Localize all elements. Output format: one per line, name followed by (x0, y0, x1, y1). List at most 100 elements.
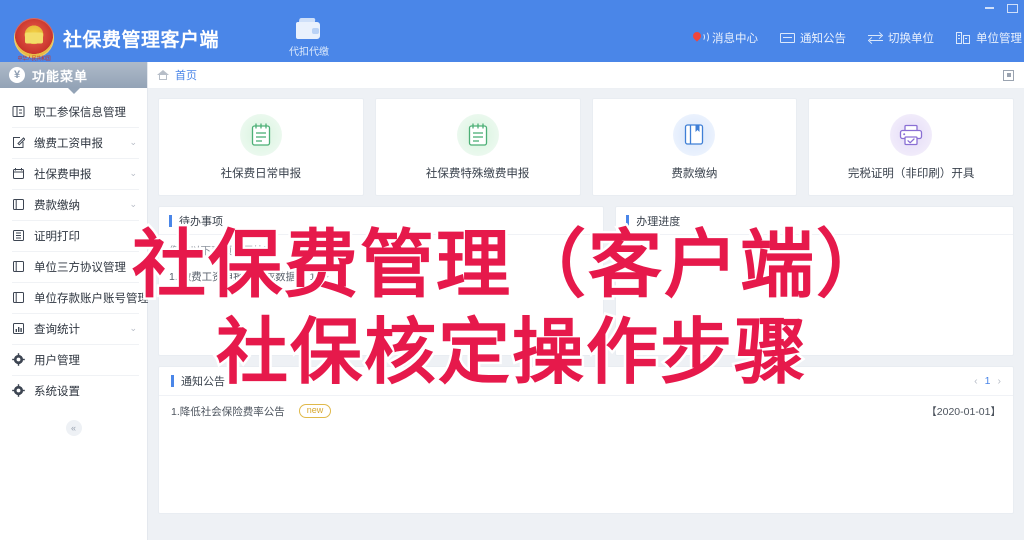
gear-icon (12, 353, 25, 366)
header-item-switch-unit[interactable]: 切换单位 (867, 30, 934, 46)
notice-item-date: 【2020-01-01】 (926, 405, 1001, 418)
book-icon (12, 198, 25, 211)
fullscreen-icon[interactable] (1003, 69, 1014, 81)
panel-accent-bar (626, 214, 630, 227)
sidebar-menu-list: 职工参保信息管理 缴费工资申报 ⌄ 社保费申报 ⌄ 费款缴纳 ⌄ 证明打印 单位… (0, 88, 149, 406)
gear-icon (12, 384, 25, 397)
chevron-down-icon: ⌄ (129, 168, 137, 178)
content: 社保费日常申报 社保费特殊缴费申报 费款缴纳 完税证明（非印刷）开具 待办事项 … (148, 89, 1024, 540)
envelope-icon (780, 31, 795, 45)
panel-progress: 办理进度 (615, 206, 1014, 356)
main-area: 首页 社保费日常申报 社保费特殊缴费申报 费款缴纳 完税证明（非印刷）开具 待办… (148, 62, 1024, 540)
sidebar-item-social-insurance-declaration[interactable]: 社保费申报 ⌄ (0, 158, 147, 189)
status-badge: new (298, 404, 332, 418)
minimize-icon[interactable] (984, 2, 996, 12)
notice-panel: 通知公告 ‹ 1 › 1.降低社会保险费率公告 new 【2020-01-01】 (158, 366, 1014, 514)
sidebar-item-payment[interactable]: 费款缴纳 ⌄ (0, 189, 147, 220)
header-item-message-center[interactable]: 消息中心 (691, 30, 758, 46)
sidebar-item-label: 社保费申报 (34, 168, 92, 181)
sidebar-item-bank-account[interactable]: 单位存款账户账号管理 (0, 282, 149, 313)
sidebar-item-label: 职工参保信息管理 (34, 106, 126, 119)
card-label: 社保费特殊缴费申报 (425, 167, 530, 180)
panel-todo: 待办事项 您有以下事项需要处理 1. 缴费工资申报未完成数据有 1 条 (158, 206, 605, 356)
chart-icon (12, 322, 25, 335)
panel-body (616, 235, 1013, 251)
sidebar-item-label: 证明打印 (34, 230, 80, 243)
header-item-label: 消息中心 (712, 33, 758, 45)
card-tax-certificate[interactable]: 完税证明（非印刷）开具 (808, 98, 1014, 196)
breadcrumb-current[interactable]: 首页 (175, 67, 197, 83)
sidebar-header: ¥ 功能菜单 (0, 62, 147, 94)
card-fee-payment[interactable]: 费款缴纳 (591, 98, 798, 196)
app-window: 中华人民共和国 社保费管理客户端 代扣代缴 消息中心 通知公告 切换单位 单位管… (0, 0, 1024, 540)
panel-subtitle: 您有以下事项需要处理 (169, 245, 274, 257)
header-item-notice[interactable]: 通知公告 (780, 30, 846, 46)
header-tool-daikoudaijiao[interactable]: 代扣代缴 (289, 18, 329, 58)
notice-title: 通知公告 (181, 376, 225, 388)
sidebar-item-query-statistics[interactable]: 查询统计 ⌄ (0, 313, 147, 344)
sidebar-item-label: 缴费工资申报 (34, 137, 103, 150)
pager-prev-button[interactable]: ‹ (974, 375, 978, 387)
pager-page-number[interactable]: 1 (985, 375, 991, 387)
print-icon (12, 229, 25, 242)
chevron-down-icon: ⌄ (129, 323, 137, 333)
account-icon (12, 291, 25, 304)
clipboard-icon (12, 167, 25, 180)
header-item-label: 单位管理 (976, 33, 1022, 45)
restore-icon[interactable] (1006, 2, 1018, 13)
header-item-unit-management[interactable]: 单位管理 (956, 30, 1024, 46)
swap-icon (867, 31, 884, 45)
chevron-down-icon: ⌄ (129, 199, 137, 209)
payment-icon (673, 113, 716, 156)
notice-header: 通知公告 ‹ 1 › (159, 367, 1013, 396)
card-daily-declaration[interactable]: 社保费日常申报 (158, 98, 364, 196)
national-emblem-icon: 中华人民共和国 (14, 18, 54, 62)
sidebar-item-system-settings[interactable]: 系统设置 (0, 375, 147, 406)
header-item-label: 通知公告 (800, 33, 846, 45)
sidebar-item-label: 单位三方协议管理 (34, 261, 126, 274)
quick-action-cards: 社保费日常申报 社保费特殊缴费申报 费款缴纳 完税证明（非印刷）开具 (158, 98, 1014, 196)
sidebar-item-user-management[interactable]: 用户管理 (0, 344, 147, 375)
panel-title: 待办事项 (179, 215, 223, 228)
panel-body: 您有以下事项需要处理 1. 缴费工资申报未完成数据有 1 条 (159, 235, 603, 295)
declaration-icon (239, 113, 282, 156)
notice-pager: ‹ 1 › (974, 375, 1001, 387)
panels-row: 待办事项 您有以下事项需要处理 1. 缴费工资申报未完成数据有 1 条 办理进度 (158, 206, 1014, 356)
tax-certificate-icon (890, 113, 933, 156)
chevron-down-icon: ⌄ (129, 137, 137, 147)
card-label: 费款缴纳 (671, 167, 718, 180)
special-declaration-icon (456, 113, 499, 156)
header-tool-label: 代扣代缴 (289, 47, 330, 58)
edit-icon (12, 136, 25, 149)
breadcrumb: 首页 (148, 62, 1024, 89)
app-header: 中华人民共和国 社保费管理客户端 代扣代缴 消息中心 通知公告 切换单位 单位管… (0, 14, 1024, 62)
employee-info-icon (12, 105, 25, 118)
sidebar-item-employee-info[interactable]: 职工参保信息管理 (0, 96, 147, 127)
panel-header: 办理进度 (616, 207, 1013, 235)
card-special-declaration[interactable]: 社保费特殊缴费申报 (374, 98, 581, 196)
panel-row[interactable]: 1. 缴费工资申报未完成数据有 1 条 (169, 268, 593, 287)
sidebar-item-label: 查询统计 (34, 323, 80, 336)
panel-accent-bar (169, 214, 172, 227)
collapse-left-icon[interactable]: « (65, 420, 82, 436)
agreement-icon (12, 260, 25, 273)
notice-list-item[interactable]: 1.降低社会保险费率公告 new 【2020-01-01】 (159, 396, 1013, 426)
brand: 中华人民共和国 社保费管理客户端 (0, 18, 220, 62)
header-right-menu: 消息中心 通知公告 切换单位 单位管理 (691, 14, 1024, 62)
home-icon (157, 69, 169, 81)
sidebar-collapse-bar: « (0, 420, 147, 436)
sidebar-item-wage-declaration[interactable]: 缴费工资申报 ⌄ (0, 127, 147, 158)
app-title: 社保费管理客户端 (63, 29, 220, 51)
sidebar-item-tripartite-agreement[interactable]: 单位三方协议管理 (0, 251, 147, 282)
sidebar-header-label: 功能菜单 (32, 68, 89, 84)
notice-item-text: 1.降低社会保险费率公告 (171, 405, 285, 418)
panel-header: 待办事项 (159, 207, 604, 235)
sidebar-item-label: 系统设置 (34, 385, 80, 398)
header-item-label: 切换单位 (888, 33, 934, 45)
menu-circle-icon: ¥ (9, 67, 25, 83)
pager-next-button[interactable]: › (998, 375, 1002, 387)
card-label: 社保费日常申报 (220, 167, 302, 180)
sidebar-item-certificate-print[interactable]: 证明打印 (0, 220, 147, 251)
sidebar: ¥ 功能菜单 职工参保信息管理 缴费工资申报 ⌄ 社保费申报 ⌄ 费款缴纳 ⌄ … (0, 62, 149, 540)
message-icon (691, 30, 709, 45)
